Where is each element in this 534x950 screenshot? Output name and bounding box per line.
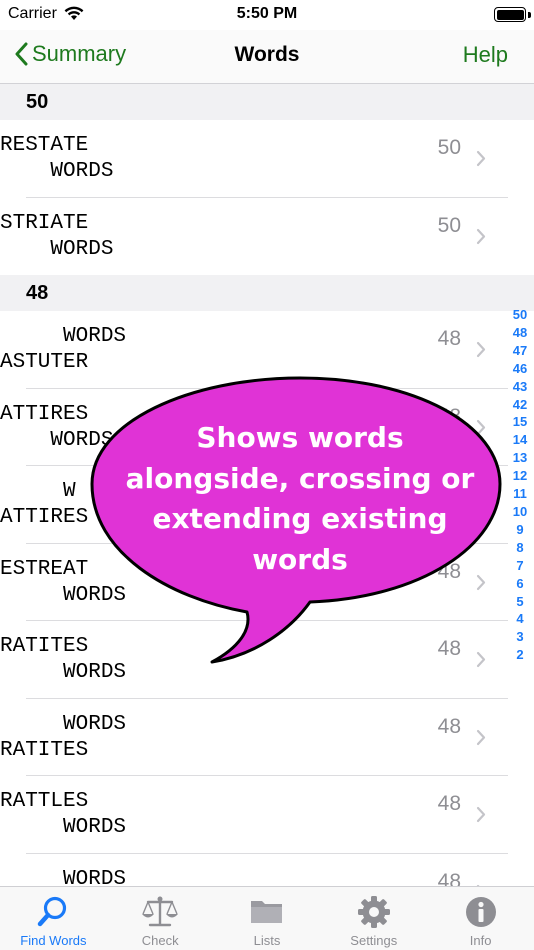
word-line-2: RATITES xyxy=(0,738,89,762)
word-score: 50 xyxy=(437,136,461,159)
info-icon xyxy=(465,897,496,927)
word-score: 48 xyxy=(437,482,461,505)
page-title: Words xyxy=(234,43,300,66)
index-entry[interactable]: 7 xyxy=(510,557,530,575)
list-item[interactable]: ESTREAT WORDS 48 xyxy=(0,543,534,621)
word-line-1: ESTREAT xyxy=(0,557,89,581)
index-entry[interactable]: 42 xyxy=(510,396,530,414)
clock: 5:50 PM xyxy=(236,5,298,22)
word-score: 48 xyxy=(437,714,461,738)
list-item[interactable]: WORDS ASTUTER 48 xyxy=(0,311,534,389)
tab-settings[interactable]: Settings xyxy=(320,887,427,950)
tab-info[interactable]: Info xyxy=(427,887,534,950)
word-score: 48 xyxy=(437,327,461,350)
index-entry[interactable]: 48 xyxy=(510,324,530,342)
gear-icon xyxy=(357,896,390,928)
index-entry[interactable]: 14 xyxy=(510,431,530,449)
word-line-2: WORDS xyxy=(0,661,127,684)
index-entry[interactable]: 3 xyxy=(510,628,530,646)
word-line-1: WORDS xyxy=(0,325,127,348)
scale-icon xyxy=(142,896,179,927)
index-entry[interactable]: 2 xyxy=(510,646,530,664)
index-entry[interactable]: 15 xyxy=(510,413,530,431)
chevron-right-icon xyxy=(476,228,486,244)
section-index[interactable]: 50 48 47 46 43 42 15 14 13 12 11 10 9 8 … xyxy=(510,306,530,664)
chevron-right-icon xyxy=(476,150,486,167)
word-score: 48 xyxy=(437,869,461,887)
tab-find-words[interactable]: Find Words xyxy=(0,887,107,950)
word-line-1: ATTIRES xyxy=(0,402,89,426)
tab-lists[interactable]: Lists xyxy=(214,887,321,950)
index-entry[interactable]: 12 xyxy=(510,467,530,485)
list-item[interactable]: ATTIRES WORDS 48 xyxy=(0,388,534,466)
list-item[interactable]: RATITES WORDS 48 xyxy=(0,621,534,699)
word-line-2: WORDS xyxy=(0,816,127,839)
word-line-1: RESTATE xyxy=(0,134,89,157)
word-line-2: ATTIRES xyxy=(0,506,89,529)
help-button[interactable]: Help xyxy=(463,42,508,68)
word-line-1: STRIATE xyxy=(0,211,89,235)
word-list[interactable]: 50 RESTATE WORDS 50 STRIATE WORDS 50 48 … xyxy=(0,84,534,886)
index-entry[interactable]: 9 xyxy=(510,521,530,539)
tab-label: Lists xyxy=(253,933,281,948)
word-score: 48 xyxy=(437,404,461,428)
word-line-1: WORDS xyxy=(0,712,127,736)
status-bar: Carrier 5:50 PM xyxy=(0,0,534,30)
list-item[interactable]: W ATTIRES 48 xyxy=(0,466,534,544)
index-entry[interactable]: 43 xyxy=(510,378,530,396)
list-item[interactable]: RATTLES WORDS 48 xyxy=(0,776,534,854)
word-line-2: WORDS xyxy=(0,428,114,452)
chevron-right-icon xyxy=(476,496,486,513)
index-entry[interactable]: 13 xyxy=(510,449,530,467)
word-line-1: W xyxy=(0,480,76,503)
word-line-1: RATTLES xyxy=(0,790,89,813)
word-line-2: WORDS xyxy=(0,583,127,607)
chevron-right-icon xyxy=(476,341,486,358)
tab-bar: Find Words Check Lists Settings Info xyxy=(0,886,534,950)
word-line-1: RATITES xyxy=(0,635,89,658)
word-line-2: ASTUTER xyxy=(0,351,89,374)
tab-check[interactable]: Check xyxy=(107,887,214,950)
list-item[interactable]: RESTATE WORDS 50 xyxy=(0,120,534,198)
chevron-right-icon xyxy=(476,729,486,745)
chevron-right-icon xyxy=(476,806,486,823)
index-entry[interactable]: 11 xyxy=(510,485,530,503)
tab-label: Settings xyxy=(350,933,398,948)
search-icon xyxy=(38,896,67,927)
folder-icon xyxy=(250,901,282,923)
index-entry[interactable]: 6 xyxy=(510,575,530,593)
tab-label: Check xyxy=(141,933,179,948)
index-entry[interactable]: 47 xyxy=(510,342,530,360)
chevron-right-icon xyxy=(476,574,486,590)
index-entry[interactable]: 46 xyxy=(510,360,530,378)
word-line-2: WORDS xyxy=(0,237,114,261)
word-line-1: WORDS xyxy=(0,867,127,887)
list-item[interactable]: WORDS RATITES 48 xyxy=(0,698,534,776)
section-header: 50 xyxy=(0,84,534,120)
word-score: 48 xyxy=(437,637,461,660)
index-entry[interactable]: 10 xyxy=(510,503,530,521)
word-score: 48 xyxy=(437,792,461,815)
index-entry[interactable]: 5 xyxy=(510,593,530,611)
navigation-bar: Summary Words Help xyxy=(0,30,534,84)
tab-label: Info xyxy=(469,933,492,948)
section-header: 48 xyxy=(0,275,534,311)
word-line-2: WORDS xyxy=(0,160,114,183)
index-entry[interactable]: 50 xyxy=(510,306,530,324)
battery-icon xyxy=(494,7,526,22)
list-item[interactable]: WORDS 48 xyxy=(0,853,534,887)
tab-label: Find Words xyxy=(20,933,87,948)
word-score: 48 xyxy=(437,559,461,583)
index-entry[interactable]: 4 xyxy=(510,610,530,628)
index-entry[interactable]: 8 xyxy=(510,539,530,557)
chevron-right-icon xyxy=(476,651,486,668)
chevron-right-icon xyxy=(476,419,486,435)
list-item[interactable]: STRIATE WORDS 50 xyxy=(0,197,534,275)
word-score: 50 xyxy=(437,213,461,237)
